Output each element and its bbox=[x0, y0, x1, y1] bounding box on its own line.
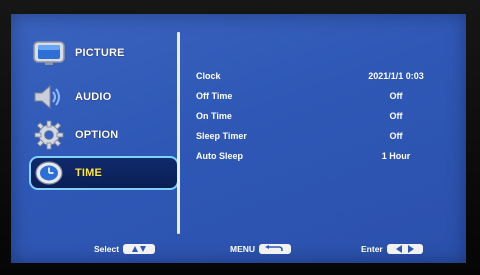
setting-label: On Time bbox=[196, 111, 232, 121]
menu-item-label: TIME bbox=[75, 167, 103, 179]
menu-item-audio[interactable]: AUDIO bbox=[31, 80, 181, 114]
setting-row-off-time[interactable]: Off Time Off bbox=[196, 86, 446, 106]
footer-menu-hint: MENU bbox=[230, 242, 292, 256]
footer-enter-hint: Enter bbox=[361, 242, 423, 256]
setting-row-clock[interactable]: Clock 2021/1/1 0:03 bbox=[196, 66, 446, 86]
footer-enter-label: Enter bbox=[361, 244, 383, 254]
setting-label: Auto Sleep bbox=[196, 151, 244, 161]
menu-item-option[interactable]: OPTION bbox=[31, 118, 181, 152]
tv-bezel: PICTURE AUDIO OPTION TIME Clock 2021/1/1… bbox=[0, 0, 480, 275]
setting-value: Off bbox=[389, 131, 403, 141]
picture-icon bbox=[31, 38, 67, 68]
menu-item-label: PICTURE bbox=[75, 47, 125, 59]
setting-row-on-time[interactable]: On Time Off bbox=[196, 106, 446, 126]
vertical-divider bbox=[177, 32, 180, 234]
time-settings-panel: Clock 2021/1/1 0:03 Off Time Off On Time… bbox=[196, 66, 446, 166]
setting-value: 2021/1/1 0:03 bbox=[368, 71, 424, 81]
setting-label: Sleep Timer bbox=[196, 131, 247, 141]
speaker-icon bbox=[31, 82, 67, 112]
footer-menu-label: MENU bbox=[230, 244, 256, 254]
setting-row-auto-sleep[interactable]: Auto Sleep 1 Hour bbox=[196, 146, 446, 166]
setting-value: Off bbox=[389, 91, 403, 101]
setting-value: 1 Hour bbox=[381, 151, 411, 161]
gear-icon bbox=[31, 120, 67, 150]
tv-menu-screen: PICTURE AUDIO OPTION TIME Clock 2021/1/1… bbox=[11, 14, 466, 263]
footer-select-label: Select bbox=[94, 244, 120, 254]
left-right-arrows-icon bbox=[386, 244, 423, 254]
setting-label: Off Time bbox=[196, 91, 233, 101]
menu-item-label: AUDIO bbox=[75, 91, 112, 103]
return-arrow-icon bbox=[259, 244, 292, 254]
up-down-arrows-icon bbox=[123, 244, 156, 254]
menu-sidebar: PICTURE AUDIO OPTION TIME bbox=[11, 14, 181, 229]
setting-value: Off bbox=[389, 111, 403, 121]
footer-select-hint: Select bbox=[94, 242, 156, 256]
menu-item-time[interactable]: TIME bbox=[29, 156, 179, 190]
clock-icon bbox=[31, 158, 67, 188]
setting-label: Clock bbox=[196, 71, 221, 81]
setting-row-sleep-timer[interactable]: Sleep Timer Off bbox=[196, 126, 446, 146]
menu-item-label: OPTION bbox=[75, 129, 119, 141]
menu-item-picture[interactable]: PICTURE bbox=[31, 36, 181, 70]
